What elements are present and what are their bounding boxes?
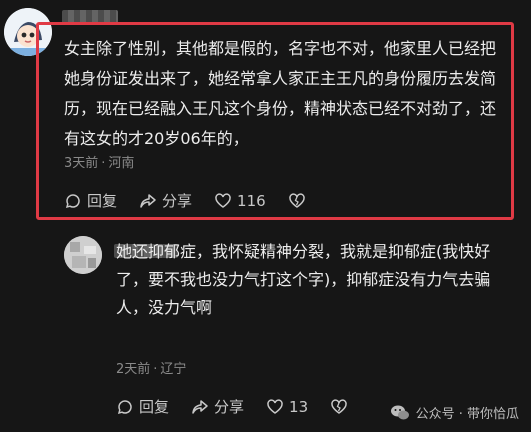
comment-meta: 2天前 · 辽宁 [116, 358, 186, 377]
avatar[interactable] [64, 236, 102, 274]
comment-text: 女主除了性别，其他都是假的，名字也不对，他家里人已经把她身份证发出来了，她经常拿… [64, 39, 497, 148]
comment-text: 她还抑郁症，我怀疑精神分裂，我就是抑郁症(我快好了，要不我也没力气打这个字)，抑… [116, 242, 491, 317]
comment-actions: 回复 分享 116 [64, 190, 333, 211]
comment-actions: 回复 分享 13 [116, 396, 375, 417]
watermark: 公众号 · 带你恰瓜 [390, 403, 519, 422]
reply-button[interactable]: 回复 [64, 190, 117, 211]
comment-meta: 3天前 · 河南 [64, 152, 134, 171]
share-icon [140, 193, 156, 208]
reply-label: 回复 [139, 398, 170, 416]
like-count: 116 [237, 191, 266, 210]
comment-location: 辽宁 [160, 362, 187, 377]
wechat-icon [390, 405, 409, 419]
share-button[interactable]: 分享 [191, 396, 244, 417]
comment-time: 3天前 [64, 156, 99, 171]
share-icon [192, 399, 208, 414]
comment-1: 女主除了性别，其他都是假的，名字也不对，他家里人已经把她身份证发出来了，她经常拿… [0, 0, 531, 226]
like-button[interactable]: 13 [266, 398, 308, 416]
dislike-button[interactable] [330, 398, 353, 416]
reply-icon [65, 193, 80, 208]
like-count: 13 [289, 397, 309, 416]
dislike-icon [331, 398, 347, 414]
heart-icon [215, 192, 231, 208]
share-label: 分享 [162, 192, 193, 210]
username-blurred[interactable] [62, 10, 118, 24]
dislike-button[interactable] [288, 192, 311, 210]
dislike-icon [288, 192, 305, 208]
share-button[interactable]: 分享 [139, 190, 192, 211]
reply-button[interactable]: 回复 [116, 396, 169, 417]
avatar[interactable] [4, 8, 52, 56]
like-button[interactable]: 116 [214, 192, 266, 210]
separator-dot: · [101, 156, 106, 171]
comment-2: 她还抑郁症，我怀疑精神分裂，我就是抑郁症(我快好了，要不我也没力气打这个字)，抑… [0, 226, 531, 432]
share-label: 分享 [214, 398, 245, 416]
comment-time: 2天前 [116, 362, 151, 377]
watermark-text: 公众号 · 带你恰瓜 [415, 407, 519, 422]
reply-icon [117, 399, 132, 414]
heart-icon [267, 398, 283, 414]
separator-dot: · [153, 362, 158, 377]
comment-location: 河南 [108, 156, 135, 171]
reply-label: 回复 [87, 192, 118, 210]
